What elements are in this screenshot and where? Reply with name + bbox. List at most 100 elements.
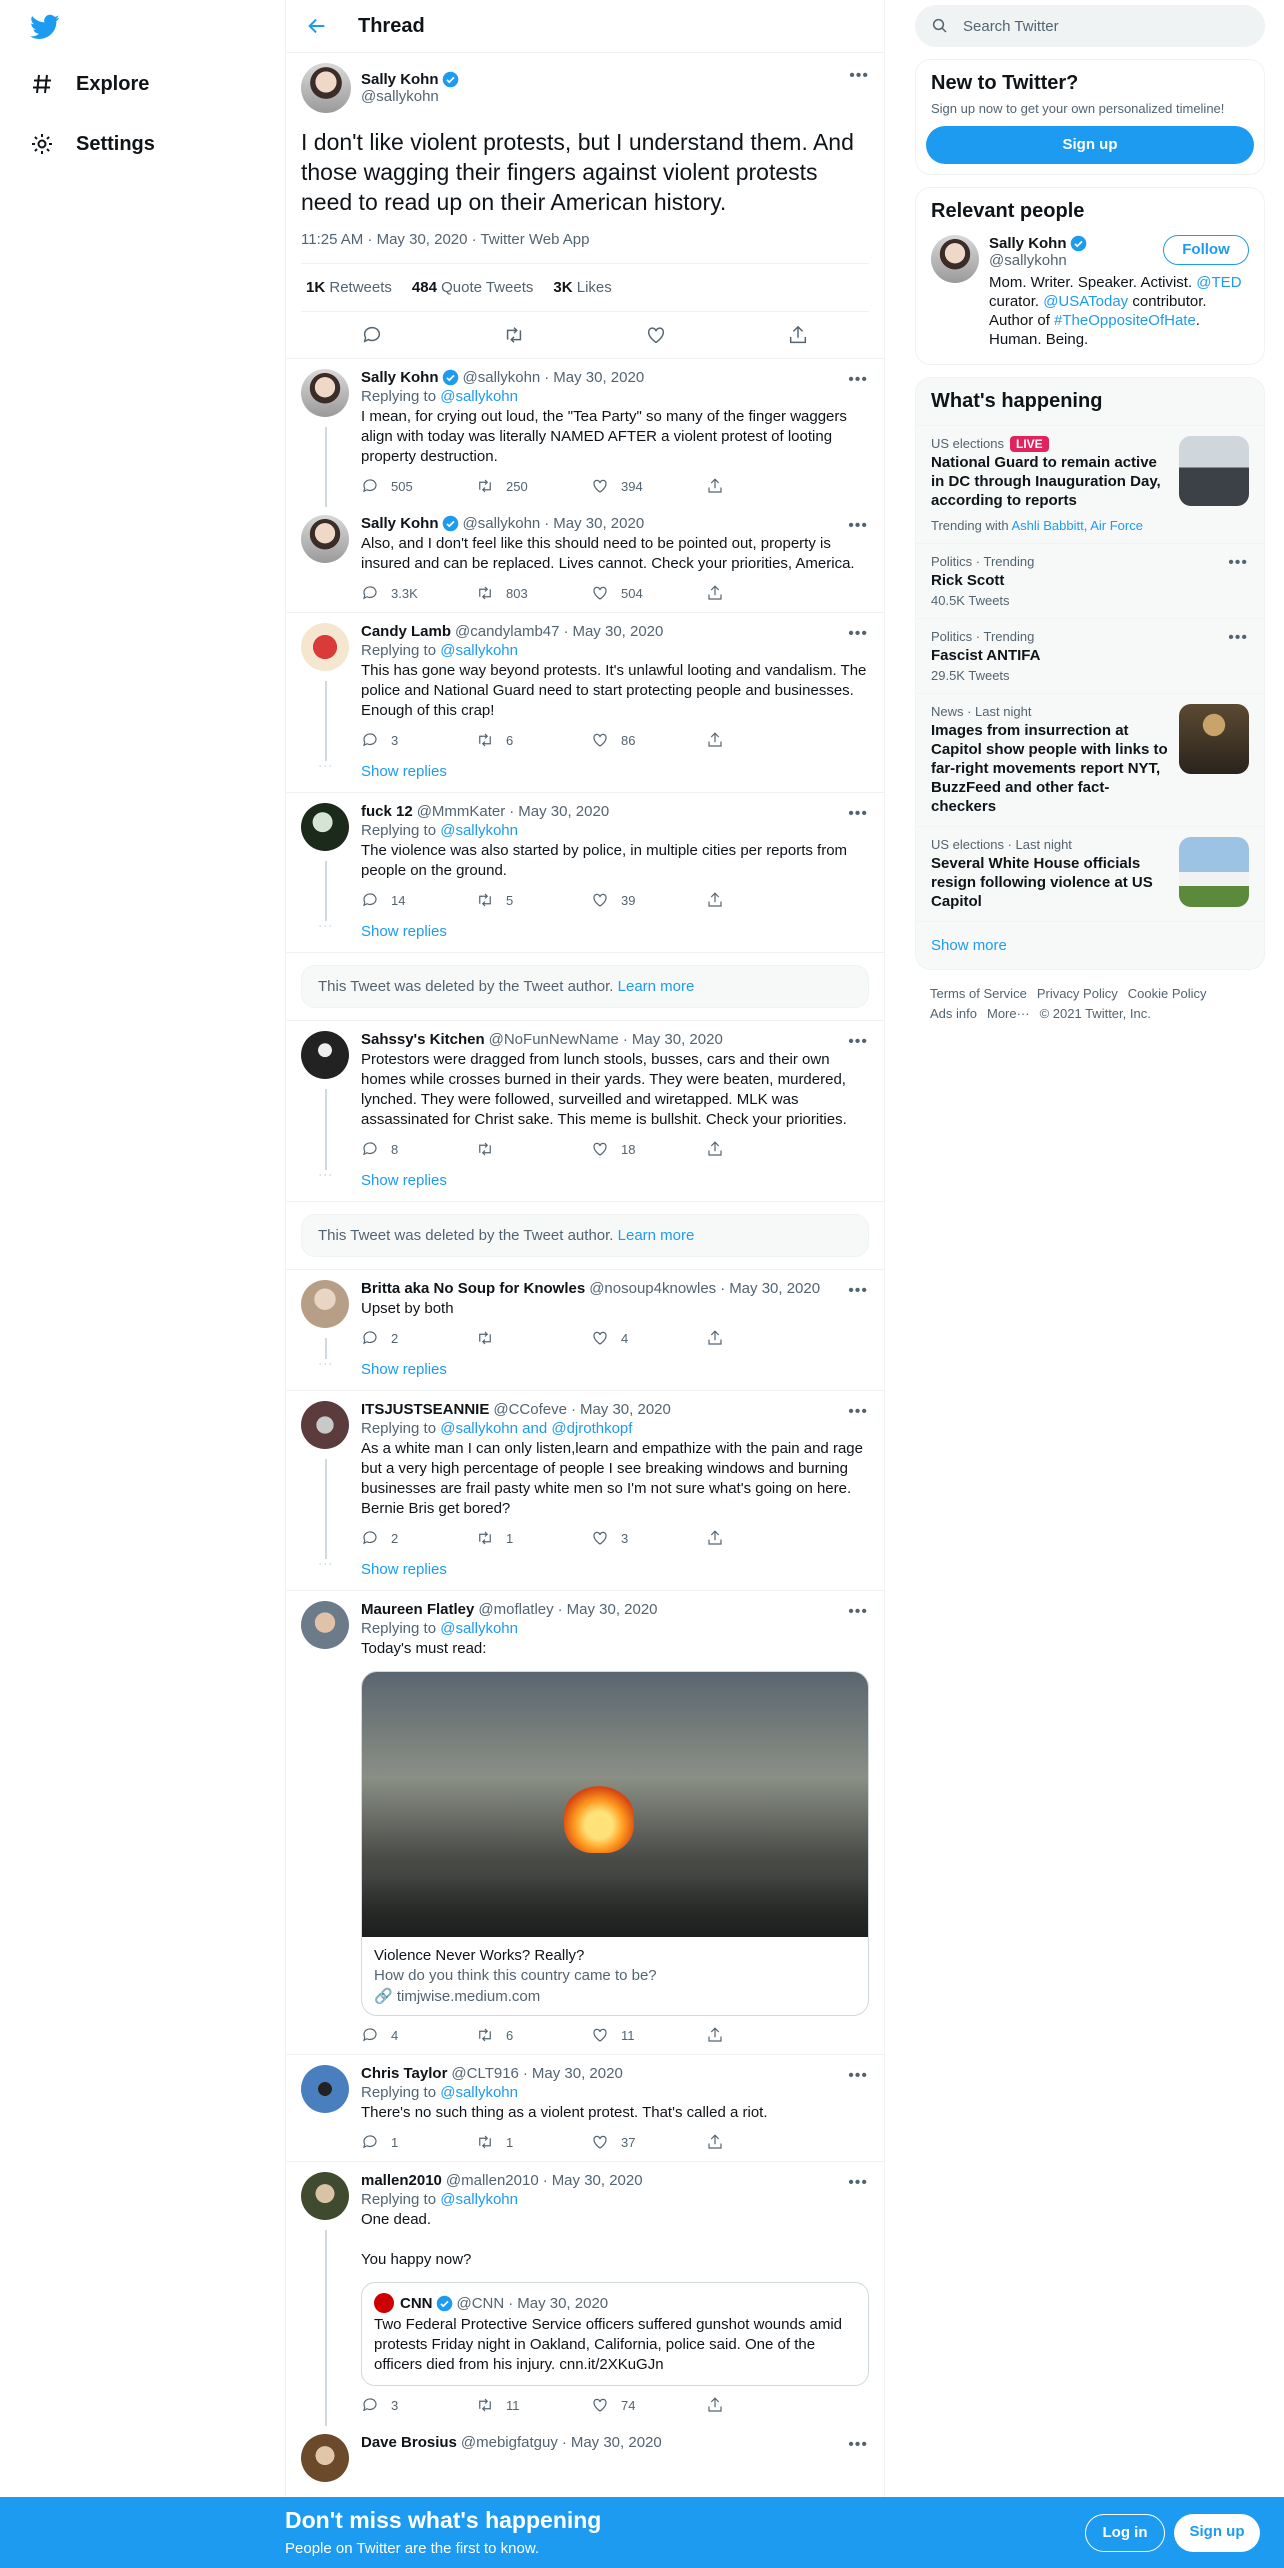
author-name[interactable]: Dave Brosius bbox=[361, 2434, 457, 2451]
replying-to-link[interactable]: @sallykohn and @djrothkopf bbox=[440, 1420, 632, 1437]
retweet-icon[interactable] bbox=[503, 324, 525, 346]
retweet-button[interactable]: 1 bbox=[476, 1529, 591, 1547]
like-button[interactable]: 4 bbox=[591, 1329, 706, 1347]
like-button[interactable]: 11 bbox=[591, 2026, 706, 2044]
reply-button[interactable]: 2 bbox=[361, 1329, 476, 1347]
more-icon[interactable]: ••• bbox=[848, 1603, 868, 1621]
share-button[interactable] bbox=[706, 1529, 821, 1547]
author-name[interactable]: Candy Lamb bbox=[361, 623, 451, 640]
more-icon[interactable]: ••• bbox=[848, 2174, 868, 2192]
share-button[interactable] bbox=[706, 584, 821, 602]
rp-handle[interactable]: @sallykohn bbox=[989, 252, 1087, 269]
reply-icon[interactable] bbox=[361, 324, 383, 346]
trend-item[interactable]: US elections · Last night Several White H… bbox=[916, 826, 1264, 921]
retweet-button[interactable]: 6 bbox=[476, 731, 591, 749]
reply-button[interactable]: 3.3K bbox=[361, 584, 476, 602]
avatar[interactable] bbox=[301, 1401, 349, 1449]
author-handle[interactable]: @candylamb47 bbox=[455, 623, 559, 640]
author-name[interactable]: Sahssy's Kitchen bbox=[361, 1031, 485, 1048]
avatar[interactable] bbox=[301, 63, 351, 113]
reply-tweet[interactable]: fuck 12 @MmmKater · May 30, 2020 ••• Replying… bbox=[286, 793, 884, 921]
avatar[interactable] bbox=[301, 2065, 349, 2113]
replying-to-link[interactable]: @sallykohn bbox=[440, 2191, 518, 2208]
follow-button[interactable]: Follow bbox=[1163, 235, 1249, 265]
share-button[interactable] bbox=[706, 477, 821, 495]
like-button[interactable]: 504 bbox=[591, 584, 706, 602]
like-button[interactable]: 394 bbox=[591, 477, 706, 495]
learn-more-link[interactable]: Learn more bbox=[618, 978, 695, 995]
avatar[interactable] bbox=[301, 1280, 349, 1328]
show-replies-link[interactable]: ⋮ Show replies bbox=[286, 1557, 884, 1590]
like-button[interactable]: 74 bbox=[591, 2396, 706, 2414]
reply-tweet[interactable]: Maureen Flatley @moflatley · May 30, 2020 ••… bbox=[286, 1591, 884, 2054]
like-button[interactable]: 3 bbox=[591, 1529, 706, 1547]
footer-cookie[interactable]: Cookie Policy bbox=[1128, 986, 1207, 1001]
like-button[interactable]: 39 bbox=[591, 891, 706, 909]
reply-tweet[interactable]: Sally Kohn @sallykohn · May 30, 2020 ••• Repl… bbox=[286, 359, 884, 507]
bio-link-usatoday[interactable]: @USAToday bbox=[1043, 293, 1128, 310]
author-handle[interactable]: @sallykohn bbox=[463, 515, 541, 532]
retweet-button[interactable]: 5 bbox=[476, 891, 591, 909]
author-name[interactable]: Chris Taylor bbox=[361, 2065, 447, 2082]
more-icon[interactable]: ••• bbox=[848, 2067, 868, 2085]
tweet-date[interactable]: May 30, 2020 bbox=[571, 2434, 662, 2451]
tweet-date[interactable]: May 30, 2020 bbox=[553, 369, 644, 386]
more-icon[interactable]: ••• bbox=[849, 67, 869, 85]
share-icon[interactable] bbox=[787, 324, 809, 346]
replying-to-link[interactable]: @sallykohn bbox=[440, 2084, 518, 2101]
twitter-logo-icon[interactable] bbox=[28, 12, 62, 42]
author-name[interactable]: Sally Kohn bbox=[361, 515, 439, 532]
login-button[interactable]: Log in bbox=[1085, 2514, 1165, 2552]
author-handle[interactable]: @sallykohn bbox=[463, 369, 541, 386]
rp-name[interactable]: Sally Kohn bbox=[989, 235, 1067, 252]
reply-button[interactable]: 14 bbox=[361, 891, 476, 909]
bio-link-hashtag[interactable]: #TheOppositeOfHate bbox=[1054, 312, 1196, 329]
like-icon[interactable] bbox=[645, 324, 667, 346]
author-name[interactable]: mallen2010 bbox=[361, 2172, 442, 2189]
author-name[interactable]: ITSJUSTSEANNIE bbox=[361, 1401, 489, 1418]
author-handle[interactable]: @sallykohn bbox=[361, 88, 459, 105]
footer-privacy[interactable]: Privacy Policy bbox=[1037, 986, 1118, 1001]
reply-tweet[interactable]: Britta aka No Soup for Knowles @nosoup4kn… bbox=[286, 1270, 884, 1359]
reply-button[interactable]: 2 bbox=[361, 1529, 476, 1547]
tweet-date[interactable]: May 30, 2020 bbox=[632, 1031, 723, 1048]
signup-button[interactable]: Sign up bbox=[1174, 2514, 1260, 2552]
more-icon[interactable]: ••• bbox=[848, 2436, 868, 2454]
more-icon[interactable]: ••• bbox=[848, 805, 868, 823]
reply-tweet[interactable]: Candy Lamb @candylamb47 · May 30, 2020 ••• Re… bbox=[286, 613, 884, 761]
retweet-button[interactable] bbox=[476, 1140, 591, 1158]
reply-button[interactable]: 4 bbox=[361, 2026, 476, 2044]
more-icon[interactable]: ••• bbox=[848, 625, 868, 643]
avatar[interactable] bbox=[301, 803, 349, 851]
avatar[interactable] bbox=[301, 1601, 349, 1649]
reply-tweet[interactable]: Dave Brosius @mebigfatguy · May 30, 2020 ••• bbox=[286, 2424, 884, 2486]
more-icon[interactable]: ••• bbox=[1228, 629, 1248, 647]
like-button[interactable]: 37 bbox=[591, 2133, 706, 2151]
author-name[interactable]: Britta aka No Soup for Knowles bbox=[361, 1280, 585, 1297]
search-input[interactable]: Search Twitter bbox=[915, 5, 1265, 47]
tweet-date[interactable]: May 30, 2020 bbox=[567, 1601, 658, 1618]
trend-item[interactable]: News · Last night Images from insurrectio… bbox=[916, 693, 1264, 826]
link-card[interactable]: Violence Never Works? Really? How do you … bbox=[361, 1671, 869, 2016]
author-handle[interactable]: @nosoup4knowles bbox=[589, 1280, 716, 1297]
reply-tweet[interactable]: Chris Taylor @CLT916 · May 30, 2020 ••• Reply… bbox=[286, 2055, 884, 2161]
trend-item[interactable]: Politics · Trending Rick Scott 40.5K Tweet… bbox=[916, 543, 1264, 618]
author-handle[interactable]: @NoFunNewName bbox=[489, 1031, 619, 1048]
retweet-count[interactable]: 1K Retweets bbox=[306, 279, 392, 296]
tweet-date[interactable]: May 30, 2020 bbox=[532, 2065, 623, 2082]
share-button[interactable] bbox=[706, 2026, 821, 2044]
trend-item[interactable]: US elections LIVE National Guard to remai… bbox=[916, 425, 1264, 543]
nav-explore[interactable]: Explore bbox=[30, 72, 149, 96]
retweet-button[interactable]: 6 bbox=[476, 2026, 591, 2044]
footer-terms[interactable]: Terms of Service bbox=[930, 986, 1027, 1001]
more-icon[interactable]: ••• bbox=[848, 1403, 868, 1421]
reply-tweet[interactable]: Sally Kohn @sallykohn · May 30, 2020 ••• Also… bbox=[286, 505, 884, 612]
nav-settings[interactable]: Settings bbox=[30, 132, 155, 156]
share-button[interactable] bbox=[706, 731, 821, 749]
author-handle[interactable]: @MmmKater bbox=[417, 803, 506, 820]
reply-button[interactable]: 8 bbox=[361, 1140, 476, 1158]
like-count[interactable]: 3K Likes bbox=[553, 279, 611, 296]
replying-to-link[interactable]: @sallykohn bbox=[440, 388, 518, 405]
bio-link-ted[interactable]: @TED bbox=[1196, 274, 1241, 291]
trend-item[interactable]: Politics · Trending Fascist ANTIFA 29.5K T… bbox=[916, 618, 1264, 693]
